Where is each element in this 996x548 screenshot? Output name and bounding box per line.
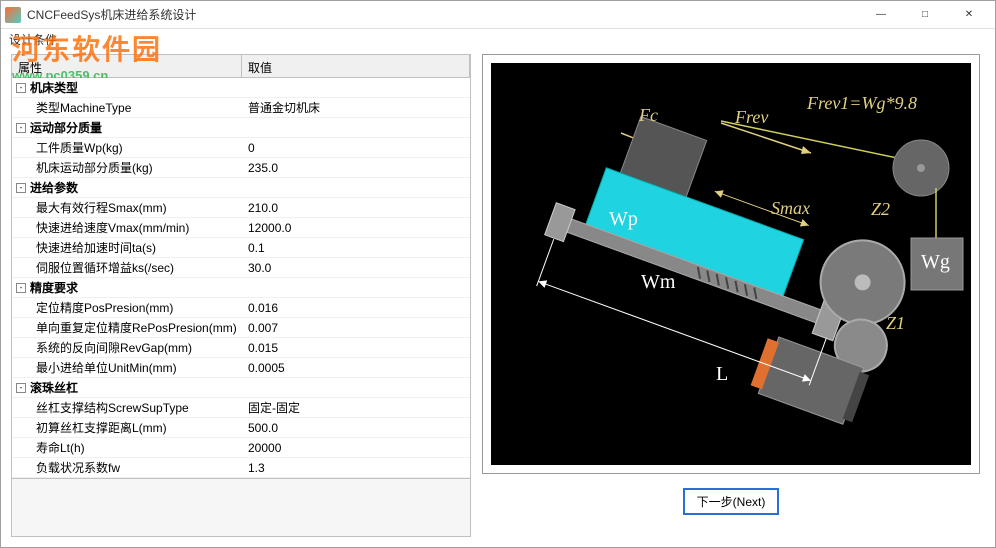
property-value[interactable]: 235.0 bbox=[242, 158, 470, 177]
collapse-icon[interactable]: - bbox=[16, 383, 26, 393]
close-button[interactable]: ✕ bbox=[947, 1, 991, 29]
category-label: 机床类型 bbox=[30, 79, 78, 96]
property-row[interactable]: 负载状况系数fw 1.3 bbox=[12, 458, 470, 478]
collapse-icon[interactable]: - bbox=[16, 183, 26, 193]
app-icon bbox=[5, 7, 21, 23]
collapse-icon[interactable]: - bbox=[16, 283, 26, 293]
label-z2: Z2 bbox=[871, 199, 890, 220]
label-wp: Wp bbox=[609, 208, 638, 231]
property-row[interactable]: 单向重复定位精度RePosPresion(mm) 0.007 bbox=[12, 318, 470, 338]
category-label: 进给参数 bbox=[30, 179, 78, 196]
property-value[interactable]: 0.016 bbox=[242, 298, 470, 317]
property-value[interactable]: 20000 bbox=[242, 438, 470, 457]
content-area: 属性 取值 -机床类型类型MachineType普通金切机床-运动部分质量工件质… bbox=[1, 50, 995, 547]
property-value[interactable]: 1.3 bbox=[242, 458, 470, 477]
diagram-canvas: Fc Frev Frev1=Wg*9.8 Wp Smax Z2 Wg Wm Z1… bbox=[491, 63, 971, 465]
property-value[interactable]: 30.0 bbox=[242, 258, 470, 277]
property-name: 最大有效行程Smax(mm) bbox=[16, 199, 167, 216]
label-wg: Wg bbox=[921, 251, 950, 274]
diagram-panel: Fc Frev Frev1=Wg*9.8 Wp Smax Z2 Wg Wm Z1… bbox=[477, 54, 985, 537]
property-row[interactable]: 类型MachineType 普通金切机床 bbox=[12, 98, 470, 118]
property-value[interactable]: 0.015 bbox=[242, 338, 470, 357]
titlebar[interactable]: CNCFeedSys机床进给系统设计 — □ ✕ bbox=[1, 1, 995, 29]
property-row[interactable]: 定位精度PosPresion(mm) 0.016 bbox=[12, 298, 470, 318]
property-row[interactable]: 丝杠支撑结构ScrewSupType 固定-固定 bbox=[12, 398, 470, 418]
property-name: 寿命Lt(h) bbox=[16, 439, 85, 456]
property-row[interactable]: 初算丝杠支撑距离L(mm) 500.0 bbox=[12, 418, 470, 438]
label-frev: Frev bbox=[735, 107, 768, 128]
property-name: 系统的反向间隙RevGap(mm) bbox=[16, 339, 192, 356]
category-label: 滚珠丝杠 bbox=[30, 379, 78, 396]
window-controls: — □ ✕ bbox=[859, 1, 991, 29]
property-row[interactable]: 最小进给单位UnitMin(mm) 0.0005 bbox=[12, 358, 470, 378]
property-grid[interactable]: -机床类型类型MachineType普通金切机床-运动部分质量工件质量Wp(kg… bbox=[11, 78, 471, 479]
property-row[interactable]: 系统的反向间隙RevGap(mm) 0.015 bbox=[12, 338, 470, 358]
property-name: 快速进给加速时间ta(s) bbox=[16, 239, 156, 256]
property-name: 丝杠支撑结构ScrewSupType bbox=[16, 399, 189, 416]
label-wm: Wm bbox=[641, 271, 675, 294]
property-name: 最小进给单位UnitMin(mm) bbox=[16, 359, 177, 376]
property-value[interactable]: 普通金切机床 bbox=[242, 98, 470, 117]
collapse-icon[interactable]: - bbox=[16, 123, 26, 133]
property-row[interactable]: 寿命Lt(h) 20000 bbox=[12, 438, 470, 458]
property-name: 机床运动部分质量(kg) bbox=[16, 159, 153, 176]
label-frev1: Frev1=Wg*9.8 bbox=[807, 93, 917, 114]
property-help-area bbox=[11, 479, 471, 537]
property-name: 初算丝杠支撑距离L(mm) bbox=[16, 419, 167, 436]
property-value[interactable]: 12000.0 bbox=[242, 218, 470, 237]
label-l: L bbox=[716, 363, 728, 386]
app-window: CNCFeedSys机床进给系统设计 — □ ✕ 设计条件 河东软件园 www.… bbox=[0, 0, 996, 548]
property-row[interactable]: 快速进给速度Vmax(mm/min) 12000.0 bbox=[12, 218, 470, 238]
property-value[interactable]: 0 bbox=[242, 138, 470, 157]
property-value[interactable]: 0.0005 bbox=[242, 358, 470, 377]
property-row[interactable]: 快速进给加速时间ta(s) 0.1 bbox=[12, 238, 470, 258]
label-z1: Z1 bbox=[886, 313, 905, 334]
property-value[interactable]: 210.0 bbox=[242, 198, 470, 217]
grid-header: 属性 取值 bbox=[11, 54, 471, 78]
property-value[interactable]: 500.0 bbox=[242, 418, 470, 437]
window-title: CNCFeedSys机床进给系统设计 bbox=[27, 6, 859, 23]
category-row[interactable]: -精度要求 bbox=[12, 278, 470, 298]
category-label: 精度要求 bbox=[30, 279, 78, 296]
property-name: 快速进给速度Vmax(mm/min) bbox=[16, 219, 189, 236]
menubar: 设计条件 bbox=[1, 29, 995, 50]
grid-header-val: 取值 bbox=[242, 55, 470, 77]
property-row[interactable]: 机床运动部分质量(kg) 235.0 bbox=[12, 158, 470, 178]
property-name: 负载状况系数fw bbox=[16, 459, 120, 476]
category-row[interactable]: -机床类型 bbox=[12, 78, 470, 98]
property-name: 单向重复定位精度RePosPresion(mm) bbox=[16, 319, 237, 336]
category-row[interactable]: -进给参数 bbox=[12, 178, 470, 198]
property-name: 伺服位置循环增益ks(/sec) bbox=[16, 259, 174, 276]
property-row[interactable]: 工件质量Wp(kg) 0 bbox=[12, 138, 470, 158]
property-panel: 属性 取值 -机床类型类型MachineType普通金切机床-运动部分质量工件质… bbox=[11, 54, 471, 537]
next-button[interactable]: 下一步(Next) bbox=[683, 488, 780, 515]
property-value[interactable]: 0.007 bbox=[242, 318, 470, 337]
category-row[interactable]: -运动部分质量 bbox=[12, 118, 470, 138]
maximize-button[interactable]: □ bbox=[903, 1, 947, 29]
label-smax: Smax bbox=[771, 198, 810, 219]
property-name: 工件质量Wp(kg) bbox=[16, 139, 123, 156]
label-fc: Fc bbox=[639, 105, 658, 126]
minimize-button[interactable]: — bbox=[859, 1, 903, 29]
menu-design-conditions[interactable]: 设计条件 bbox=[9, 33, 57, 47]
diagram-svg bbox=[491, 63, 971, 465]
category-label: 运动部分质量 bbox=[30, 119, 102, 136]
category-row[interactable]: -滚珠丝杠 bbox=[12, 378, 470, 398]
property-row[interactable]: 伺服位置循环增益ks(/sec) 30.0 bbox=[12, 258, 470, 278]
property-name: 定位精度PosPresion(mm) bbox=[16, 299, 173, 316]
property-value[interactable]: 0.1 bbox=[242, 238, 470, 257]
property-row[interactable]: 最大有效行程Smax(mm) 210.0 bbox=[12, 198, 470, 218]
grid-header-prop: 属性 bbox=[12, 55, 242, 77]
diagram-frame: Fc Frev Frev1=Wg*9.8 Wp Smax Z2 Wg Wm Z1… bbox=[482, 54, 980, 474]
property-name: 类型MachineType bbox=[16, 99, 131, 116]
collapse-icon[interactable]: - bbox=[16, 83, 26, 93]
property-value[interactable]: 固定-固定 bbox=[242, 398, 470, 417]
